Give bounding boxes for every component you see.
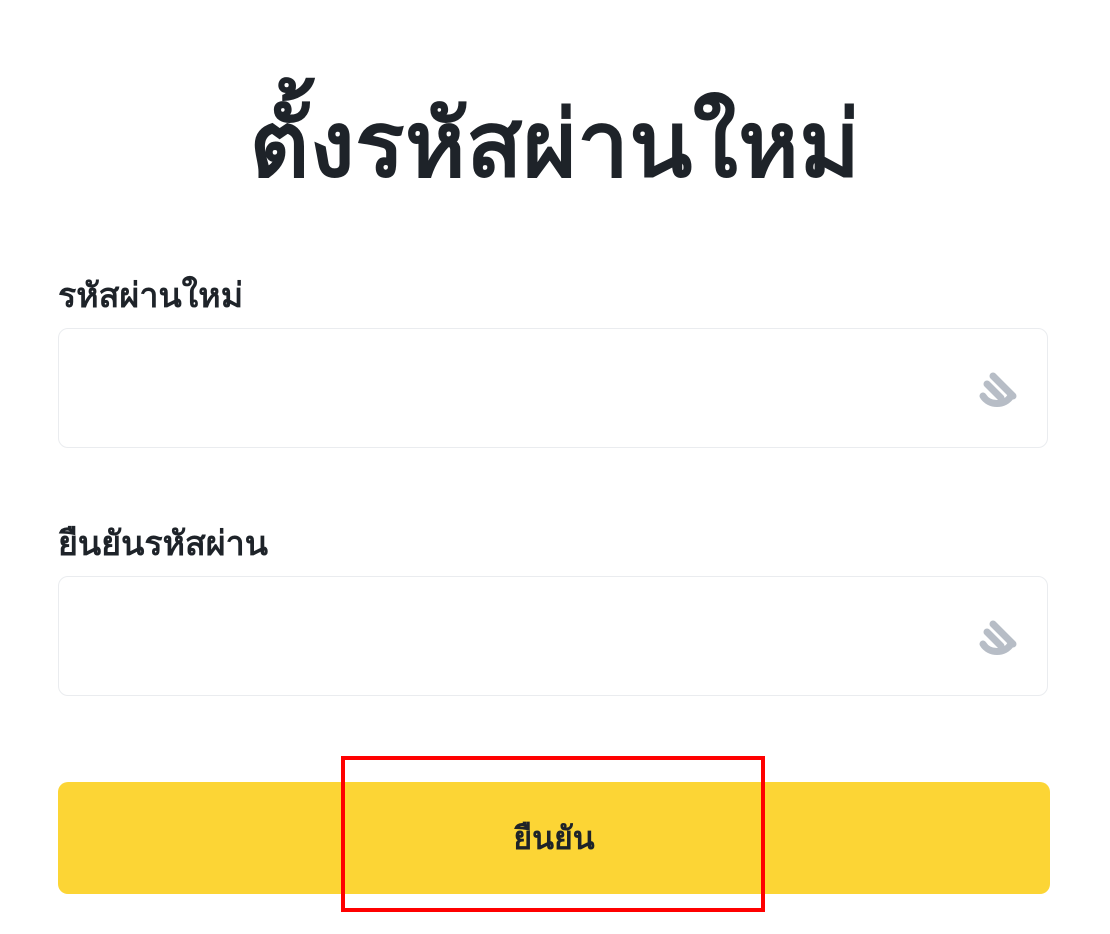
confirm-button[interactable]: ยืนยัน bbox=[58, 782, 1050, 894]
confirm-password-field bbox=[58, 576, 1048, 696]
new-password-label: รหัสผ่านใหม่ bbox=[58, 276, 244, 316]
page-title: ตั้งรหัสผ่านใหม่ bbox=[249, 91, 861, 198]
new-password-field bbox=[58, 328, 1048, 448]
confirm-password-label: ยืนยันรหัสผ่าน bbox=[58, 524, 269, 564]
confirm-password-input[interactable] bbox=[83, 577, 943, 695]
new-password-input[interactable] bbox=[83, 329, 943, 447]
eye-off-icon[interactable] bbox=[969, 362, 1025, 418]
eye-off-icon[interactable] bbox=[969, 610, 1025, 666]
